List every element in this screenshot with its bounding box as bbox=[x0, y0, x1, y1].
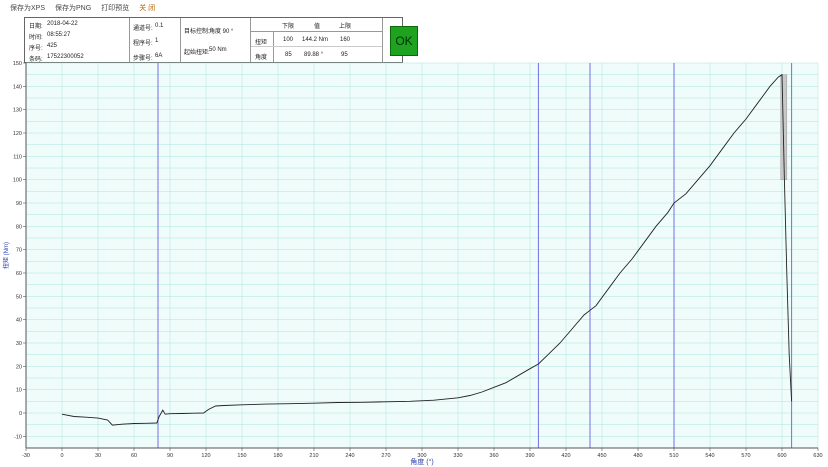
y-tick-label: 0 bbox=[19, 411, 22, 417]
x-tick-label: 450 bbox=[597, 453, 606, 459]
x-tick-label: 120 bbox=[201, 453, 210, 459]
x-tick-label: 180 bbox=[273, 453, 282, 459]
torque-angle-chart: -30 0 30 60 90 120 150 180 210 240 270 300 330 360 390… bbox=[2, 61, 823, 466]
x-tick-label: -30 bbox=[22, 453, 30, 459]
x-tick-label: 240 bbox=[345, 453, 354, 459]
x-tick-label: 270 bbox=[381, 453, 390, 459]
x-tick-labels: -30 0 30 60 90 120 150 180 210 240 270 300 330 360 390… bbox=[22, 448, 823, 459]
x-tick-label: 0 bbox=[60, 453, 63, 459]
x-tick-label: 480 bbox=[633, 453, 642, 459]
y-tick-label: 100 bbox=[13, 178, 22, 184]
y-tick-label: -10 bbox=[14, 434, 22, 440]
x-tick-label: 330 bbox=[453, 453, 462, 459]
y-tick-label: 130 bbox=[13, 108, 22, 114]
y-tick-label: 60 bbox=[16, 271, 22, 277]
y-tick-label: 80 bbox=[16, 224, 22, 230]
y-axis-label: 扭矩 (Nm) bbox=[2, 242, 10, 269]
y-tick-label: 150 bbox=[13, 61, 22, 67]
y-tick-label: 10 bbox=[16, 388, 22, 394]
x-tick-label: 60 bbox=[131, 453, 137, 459]
y-tick-label: 70 bbox=[16, 248, 22, 254]
x-tick-label: 30 bbox=[95, 453, 101, 459]
x-tick-label: 510 bbox=[669, 453, 678, 459]
y-tick-label: 40 bbox=[16, 318, 22, 324]
x-tick-label: 390 bbox=[525, 453, 534, 459]
y-tick-label: 140 bbox=[13, 84, 22, 90]
y-tick-label: 120 bbox=[13, 131, 22, 137]
y-tick-label: 50 bbox=[16, 294, 22, 300]
x-tick-label: 90 bbox=[167, 453, 173, 459]
x-tick-label: 570 bbox=[741, 453, 750, 459]
y-tick-label: 20 bbox=[16, 364, 22, 370]
x-tick-label: 360 bbox=[489, 453, 498, 459]
y-tick-label: 90 bbox=[16, 201, 22, 207]
y-tick-label: 110 bbox=[13, 154, 22, 160]
y-tick-label: 30 bbox=[16, 341, 22, 347]
x-tick-label: 630 bbox=[813, 453, 822, 459]
x-tick-label: 540 bbox=[705, 453, 714, 459]
x-axis-label: 角度 (°) bbox=[410, 457, 433, 466]
x-tick-label: 150 bbox=[237, 453, 246, 459]
x-tick-label: 210 bbox=[309, 453, 318, 459]
y-tick-labels: -10 0 10 20 30 40 50 60 70 80 90 100 110 120 130 140 150 bbox=[13, 61, 26, 440]
x-tick-label: 420 bbox=[561, 453, 570, 459]
x-tick-label: 600 bbox=[777, 453, 786, 459]
